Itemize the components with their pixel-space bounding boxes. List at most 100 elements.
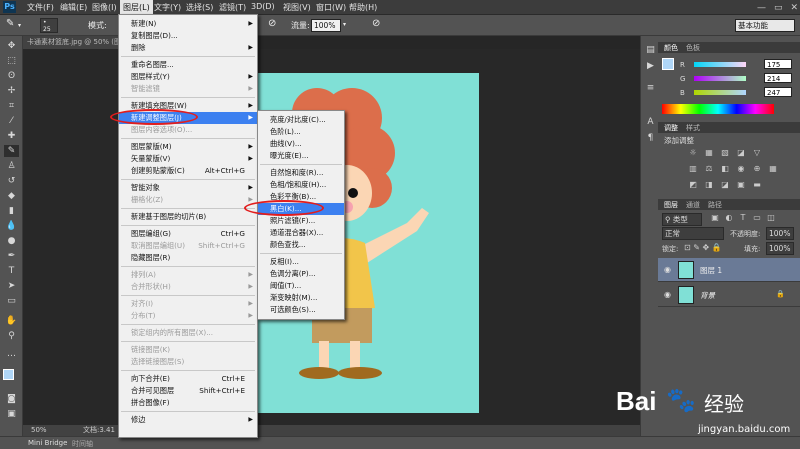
layer-menu-item[interactable]: 智能对象 ▶ <box>119 182 257 194</box>
photo-filter-icon[interactable]: ◉ <box>736 164 746 174</box>
opacity-field[interactable]: 100% <box>766 227 794 240</box>
tab-adjustments[interactable]: 调整 <box>664 123 678 133</box>
eyedropper-tool-icon[interactable]: ⁄ <box>4 115 19 127</box>
adjustment-menu-item[interactable]: 照片滤镜(F)... <box>258 215 344 227</box>
paragraph-panel-icon[interactable]: ¶ <box>643 132 658 144</box>
threshold-icon[interactable]: ◪ <box>720 180 730 190</box>
levels-icon[interactable]: ▦ <box>704 148 714 158</box>
red-slider[interactable]: R 175 <box>680 59 792 70</box>
hand-tool-icon[interactable]: ✋ <box>4 315 19 327</box>
filter-type-icon[interactable]: T <box>738 213 748 223</box>
more-tools-icon[interactable]: … <box>4 348 19 360</box>
chevron-down-icon[interactable]: ▾ <box>18 22 21 29</box>
layer-menu-item[interactable]: 重命名图层... <box>119 59 257 71</box>
eraser-tool-icon[interactable]: ◆ <box>4 190 19 202</box>
menu-edit[interactable]: 编辑(E) <box>60 2 87 13</box>
eye-icon[interactable]: ◉ <box>664 265 671 274</box>
workspace-select[interactable]: 基本功能 <box>735 19 795 32</box>
layer-menu-item[interactable]: 向下合并(E) Ctrl+E <box>119 373 257 385</box>
close-button[interactable]: ✕ <box>790 3 798 13</box>
menu-view[interactable]: 视图(V) <box>283 2 311 13</box>
filter-smart-icon[interactable]: ◫ <box>766 213 776 223</box>
menu-filter[interactable]: 滤镜(T) <box>219 2 246 13</box>
menu-select[interactable]: 选择(S) <box>186 2 213 13</box>
layer-row-1[interactable]: ◉ 图层 1 <box>658 258 800 282</box>
stamp-tool-icon[interactable]: ♙ <box>4 160 19 172</box>
brush-tool-icon[interactable]: ✎ <box>6 18 14 29</box>
marquee-tool-icon[interactable]: ⬚ <box>4 55 19 67</box>
foreground-color-swatch[interactable] <box>3 369 14 380</box>
exposure-icon[interactable]: ◪ <box>736 148 746 158</box>
adjustment-menu-item[interactable]: 颜色查找... <box>258 239 344 251</box>
actions-panel-icon[interactable]: ▶ <box>643 60 658 72</box>
healing-tool-icon[interactable]: ✚ <box>4 130 19 142</box>
color-balance-icon[interactable]: ⚖ <box>704 164 714 174</box>
green-slider[interactable]: G 214 <box>680 73 792 84</box>
red-value[interactable]: 175 <box>764 59 792 69</box>
character-panel-icon[interactable]: A <box>643 116 658 128</box>
eye-icon[interactable]: ◉ <box>664 290 671 299</box>
hue-saturation-icon[interactable]: ▥ <box>688 164 698 174</box>
adjustment-menu-item[interactable]: 色阶(L)... <box>258 126 344 138</box>
blue-value[interactable]: 247 <box>764 87 792 97</box>
tab-layers[interactable]: 图层 <box>664 200 678 210</box>
tablet-pressure-icon[interactable]: ⊘ <box>372 18 380 29</box>
layer-menu-item[interactable]: 修边 ▶ <box>119 414 257 426</box>
layer-menu-item[interactable]: 复制图层(D)... <box>119 30 257 42</box>
tab-color[interactable]: 颜色 <box>664 43 678 53</box>
menu-help[interactable]: 帮助(H) <box>349 2 377 13</box>
menu-type[interactable]: 文字(Y) <box>154 2 181 13</box>
menu-3d[interactable]: 3D(D) <box>251 2 275 11</box>
zoom-tool-icon[interactable]: ⚲ <box>4 330 19 342</box>
adjustment-menu-item[interactable]: 自然饱和度(R)... <box>258 167 344 179</box>
curves-icon[interactable]: ▧ <box>720 148 730 158</box>
flow-field[interactable]: 100% <box>311 19 341 32</box>
type-tool-icon[interactable]: T <box>4 265 19 277</box>
properties-panel-icon[interactable]: ≡ <box>643 82 658 94</box>
menu-file[interactable]: 文件(F) <box>27 2 54 13</box>
layer-menu-item[interactable]: 新建(N) ▶ <box>119 18 257 30</box>
layer-menu-item[interactable]: 图层编组(G) Ctrl+G <box>119 228 257 240</box>
crop-tool-icon[interactable]: ⌗ <box>4 100 19 112</box>
zoom-level[interactable]: 50% <box>31 425 47 436</box>
color-spectrum[interactable] <box>662 104 774 114</box>
invert-icon[interactable]: ◩ <box>688 180 698 190</box>
shape-tool-icon[interactable]: ▭ <box>4 295 19 307</box>
layer-menu-item[interactable]: 拼合图像(F) <box>119 397 257 409</box>
blur-tool-icon[interactable]: 💧 <box>4 220 19 232</box>
layer-menu-item[interactable]: 创建剪贴蒙版(C) Alt+Ctrl+G <box>119 165 257 177</box>
move-tool-icon[interactable]: ✥ <box>4 40 19 52</box>
layer-menu-item[interactable]: 删除 ▶ <box>119 42 257 54</box>
layer-menu-item[interactable]: 矢量蒙版(V) ▶ <box>119 153 257 165</box>
minimize-button[interactable]: — <box>757 3 766 13</box>
gradient-tool-icon[interactable]: ▮ <box>4 205 19 217</box>
brightness-icon[interactable]: ☼ <box>688 148 698 158</box>
path-select-tool-icon[interactable]: ➤ <box>4 280 19 292</box>
tab-channels[interactable]: 通道 <box>686 200 700 210</box>
tab-styles[interactable]: 样式 <box>686 123 700 133</box>
adjustment-menu-item[interactable]: 色调分离(P)... <box>258 268 344 280</box>
adjustment-menu-item[interactable]: 曲线(V)... <box>258 138 344 150</box>
pen-tool-icon[interactable]: ✒ <box>4 250 19 262</box>
layer-menu-item[interactable]: 新建基于图层的切片(B) <box>119 211 257 223</box>
menu-layer[interactable]: 图层(L) <box>120 0 153 15</box>
filter-shape-icon[interactable]: ▭ <box>752 213 762 223</box>
selective-color-icon[interactable]: ▣ <box>736 180 746 190</box>
layer-menu-item[interactable]: 隐藏图层(R) <box>119 252 257 264</box>
brush-tool-icon[interactable]: ✎ <box>4 145 19 157</box>
lasso-tool-icon[interactable]: ʘ <box>4 70 19 82</box>
maximize-button[interactable]: ▭ <box>774 3 783 13</box>
filter-adjust-icon[interactable]: ◐ <box>724 213 734 223</box>
black-white-icon[interactable]: ◧ <box>720 164 730 174</box>
layer-menu-item[interactable]: 合并可见图层 Shift+Ctrl+E <box>119 385 257 397</box>
gradient-map-icon[interactable]: ▬ <box>752 180 762 190</box>
chevron-down-icon[interactable]: ▾ <box>343 21 346 28</box>
dodge-tool-icon[interactable]: ● <box>4 235 19 247</box>
posterize-icon[interactable]: ◨ <box>704 180 714 190</box>
tab-timeline[interactable]: 时间轴 <box>72 439 93 449</box>
foreground-color-swatch[interactable] <box>662 58 674 70</box>
vibrance-icon[interactable]: ▽ <box>752 148 762 158</box>
adjustment-menu-item[interactable]: 渐变映射(M)... <box>258 292 344 304</box>
green-value[interactable]: 214 <box>764 73 792 83</box>
tab-paths[interactable]: 路径 <box>708 200 722 210</box>
